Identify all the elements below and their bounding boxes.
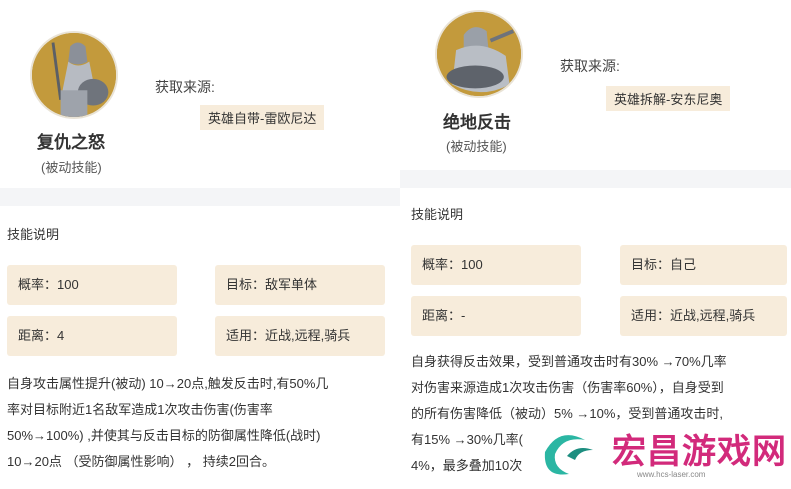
site-watermark: 宏昌游戏网 www.hcs-laser.com bbox=[537, 420, 787, 486]
source-label: 获取来源: bbox=[560, 58, 620, 74]
skill-type: (被动技能) bbox=[446, 139, 507, 154]
stat-probability: 概率：100 bbox=[411, 245, 581, 285]
skill-card-left: 复仇之怒 (被动技能) 获取来源: 英雄自带-雷欧尼达 技能说明 概率：100 … bbox=[0, 0, 400, 489]
watermark-logo-icon bbox=[544, 435, 593, 475]
description-line: 自身获得反击效果，受到普通攻击时有30% →70%几率 bbox=[411, 354, 727, 369]
stat-distance: 距离：4 bbox=[7, 316, 177, 356]
stat-target: 目标：敌军单体 bbox=[215, 265, 385, 305]
description-line: 自身攻击属性提升(被动) 10→20点,触发反击时,有50%几 bbox=[7, 376, 329, 391]
source-tag: 英雄拆解-安东尼奥 bbox=[606, 86, 731, 111]
description-line: 10→20点 （受防御属性影响） ， 持续2回合。 bbox=[7, 454, 275, 469]
skill-name: 绝地反击 bbox=[443, 113, 511, 132]
source-label: 获取来源: bbox=[155, 79, 215, 95]
warrior-shield-icon bbox=[437, 12, 521, 96]
stat-distance: 距离：- bbox=[411, 296, 581, 336]
source-tag: 英雄自带-雷欧尼达 bbox=[200, 105, 325, 130]
skill-type: (被动技能) bbox=[41, 160, 102, 175]
watermark-text: 宏昌游戏网 bbox=[612, 432, 787, 472]
section-separator bbox=[400, 170, 791, 188]
description-line: 对伤害来源造成1次攻击伤害（伤害率60%），自身受到 bbox=[411, 380, 724, 395]
spartan-warrior-icon bbox=[32, 33, 116, 117]
description-line: 率对目标附近1名敌军造成1次攻击伤害(伤害率 bbox=[7, 402, 273, 417]
stat-applicable: 适用：近战,远程,骑兵 bbox=[215, 316, 385, 356]
stat-target: 目标：自己 bbox=[620, 245, 787, 285]
section-title: 技能说明 bbox=[411, 207, 464, 222]
watermark-url: www.hcs-laser.com bbox=[637, 470, 706, 479]
skill-name: 复仇之怒 bbox=[37, 133, 105, 152]
skill-description: 自身攻击属性提升(被动) 10→20点,触发反击时,有50%几 率对目标附近1名… bbox=[7, 371, 397, 475]
stat-probability: 概率：100 bbox=[7, 265, 177, 305]
section-separator bbox=[0, 188, 400, 206]
skill-card-right: 绝地反击 (被动技能) 获取来源: 英雄拆解-安东尼奥 技能说明 概率：100 … bbox=[400, 0, 791, 489]
description-line: 50%→100%) ,并使其与反击目标的防御属性降低(战时) bbox=[7, 428, 321, 443]
hero-avatar-leonidas bbox=[30, 31, 118, 119]
hero-avatar-antonio bbox=[435, 10, 523, 98]
stat-applicable: 适用：近战,远程,骑兵 bbox=[620, 296, 787, 336]
section-title: 技能说明 bbox=[7, 227, 60, 242]
